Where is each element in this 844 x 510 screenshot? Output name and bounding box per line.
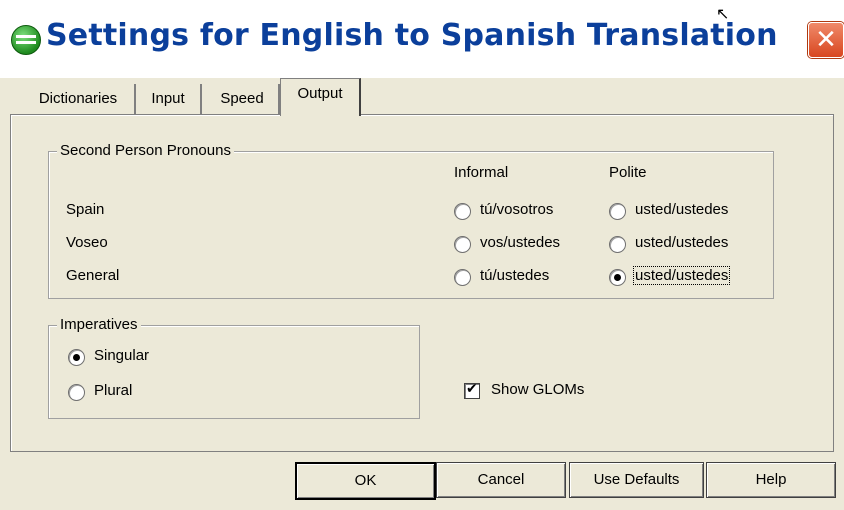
tab-dictionaries[interactable]: Dictionaries: [22, 84, 136, 114]
show-gloms-label[interactable]: Show GLOMs: [491, 381, 584, 398]
radio-general-polite[interactable]: [609, 269, 626, 286]
label-voseo-polite[interactable]: usted/ustedes: [635, 234, 728, 251]
label-imperative-singular[interactable]: Singular: [94, 347, 149, 364]
row-label-voseo: Voseo: [66, 234, 108, 251]
use-defaults-button[interactable]: Use Defaults: [569, 462, 704, 498]
output-tab-panel: Second Person Pronouns Informal Polite S…: [10, 114, 834, 452]
label-spain-polite[interactable]: usted/ustedes: [635, 201, 728, 218]
label-general-polite[interactable]: usted/ustedes: [633, 266, 731, 285]
cancel-button[interactable]: Cancel: [436, 462, 566, 498]
window-title: Settings for English to Spanish Translat…: [46, 18, 778, 53]
radio-general-informal[interactable]: [454, 269, 471, 286]
radio-voseo-informal[interactable]: [454, 236, 471, 253]
informal-column-header: Informal: [454, 164, 509, 181]
label-voseo-informal[interactable]: vos/ustedes: [480, 234, 560, 251]
tab-speed[interactable]: Speed: [206, 84, 280, 114]
radio-spain-informal[interactable]: [454, 203, 471, 220]
second-person-pronouns-legend: Second Person Pronouns: [57, 142, 234, 160]
imperatives-group: Imperatives Singular Plural: [48, 316, 420, 419]
tab-output[interactable]: Output: [280, 78, 361, 116]
label-spain-informal[interactable]: tú/vosotros: [480, 201, 553, 218]
second-person-pronouns-group: Second Person Pronouns Informal Polite S…: [48, 142, 774, 299]
radio-spain-polite[interactable]: [609, 203, 626, 220]
help-button[interactable]: Help: [706, 462, 836, 498]
ok-button[interactable]: OK: [295, 462, 436, 500]
label-general-informal[interactable]: tú/ustedes: [480, 267, 549, 284]
polite-column-header: Polite: [609, 164, 647, 181]
title-bar: Settings for English to Spanish Translat…: [0, 0, 844, 78]
imperatives-legend: Imperatives: [57, 316, 141, 334]
app-icon: [11, 25, 41, 55]
mouse-cursor: ↖: [716, 4, 730, 23]
radio-imperative-plural[interactable]: [68, 384, 85, 401]
radio-voseo-polite[interactable]: [609, 236, 626, 253]
show-gloms-checkbox[interactable]: [464, 381, 480, 399]
close-button[interactable]: ✕: [808, 22, 844, 58]
tab-input[interactable]: Input: [136, 84, 202, 114]
row-label-spain: Spain: [66, 201, 105, 218]
radio-imperative-singular[interactable]: [68, 349, 85, 366]
label-imperative-plural[interactable]: Plural: [94, 382, 132, 399]
row-label-general: General: [66, 267, 120, 284]
